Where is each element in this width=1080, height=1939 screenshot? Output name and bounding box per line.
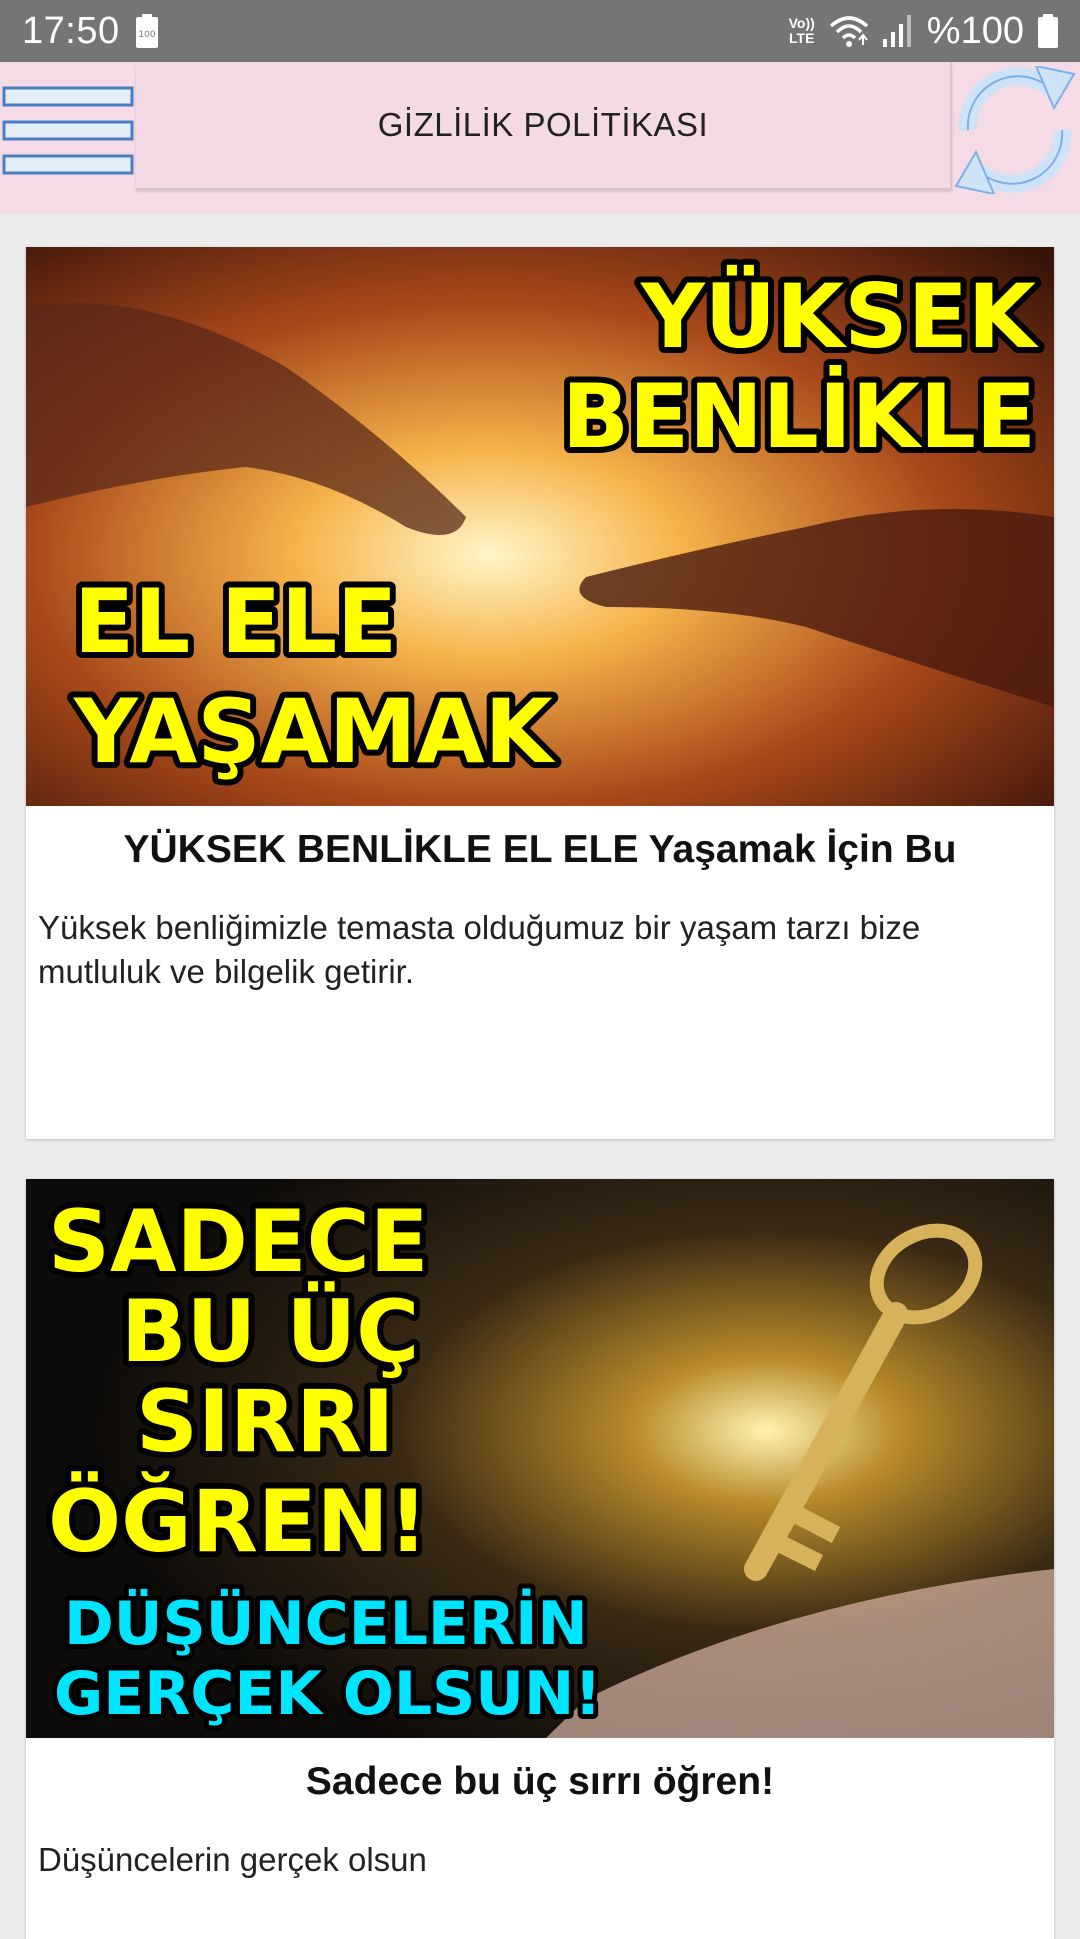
- article-thumbnail[interactable]: YÜKSEK BENLİKLE EL ELE YAŞAMAK: [26, 247, 1054, 806]
- app-bar: GİZLİLİK POLİTİKASI: [0, 62, 1080, 214]
- article-card[interactable]: YÜKSEK BENLİKLE EL ELE YAŞAMAK YÜKSEK BE…: [26, 247, 1054, 1139]
- battery-percent: %100: [926, 9, 1024, 52]
- page-title: GİZLİLİK POLİTİKASI: [136, 62, 952, 190]
- svg-text:EL ELE: EL ELE: [74, 570, 397, 673]
- battery-icon: [1038, 14, 1058, 48]
- svg-text:SADECE: SADECE: [48, 1192, 429, 1292]
- svg-text:GERÇEK OLSUN!: GERÇEK OLSUN!: [54, 1659, 602, 1729]
- article-description: Düşüncelerin gerçek olsun: [38, 1841, 427, 1878]
- status-bar: 17:50 100 Vo)) LTE %100: [0, 0, 1080, 62]
- article-card[interactable]: SADECE BU ÜÇ SIRRI ÖĞREN! DÜŞÜNCELERİN G…: [26, 1179, 1054, 1939]
- svg-text:ÖĞREN!: ÖĞREN!: [48, 1471, 428, 1572]
- status-right: Vo)) LTE %100: [789, 10, 1058, 53]
- refresh-button[interactable]: [950, 64, 1080, 196]
- svg-text:YAŞAMAK: YAŞAMAK: [73, 680, 556, 783]
- menu-button[interactable]: [0, 84, 136, 202]
- svg-text:BU ÜÇ: BU ÜÇ: [121, 1281, 419, 1382]
- svg-text:YÜKSEK: YÜKSEK: [640, 265, 1039, 368]
- svg-text:BENLİKLE: BENLİKLE: [562, 365, 1036, 468]
- svg-text:DÜŞÜNCELERİN: DÜŞÜNCELERİN: [64, 1587, 588, 1659]
- thumbnail-text: DÜŞÜNCELERİN GERÇEK OLSUN!: [49, 1582, 607, 1734]
- status-time: 17:50: [22, 9, 120, 52]
- svg-text:SIRRI: SIRRI: [136, 1372, 394, 1472]
- wifi-icon: [829, 16, 868, 47]
- battery-saver-icon: 100: [135, 14, 158, 48]
- article-title: Sadece bu üç sırrı öğren!: [305, 1760, 775, 1803]
- hamburger-menu-icon: [2, 86, 134, 175]
- article-description: Yüksek benliğimizle temasta olduğumuz bi…: [38, 909, 921, 990]
- status-left: 17:50 100: [22, 10, 158, 53]
- refresh-icon: [954, 64, 1076, 196]
- volte-indicator: Vo)) LTE: [788, 15, 815, 46]
- cellular-signal-icon: [882, 15, 911, 47]
- article-thumbnail[interactable]: SADECE BU ÜÇ SIRRI ÖĞREN! DÜŞÜNCELERİN G…: [26, 1179, 1054, 1738]
- svg-text:100: 100: [138, 30, 155, 40]
- article-title: YÜKSEK BENLİKLE EL ELE Yaşamak İçin Bu: [123, 828, 957, 871]
